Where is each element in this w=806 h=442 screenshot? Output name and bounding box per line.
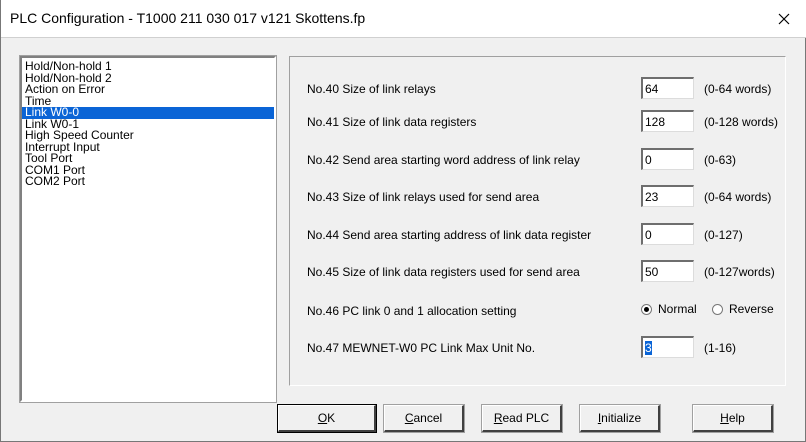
link-settings-panel: No.40 Size of link relays 64 (0-64 words…: [289, 56, 786, 386]
link-relay-size-field[interactable]: 64: [641, 77, 694, 99]
button-label: ancel: [413, 411, 443, 425]
initialize-button[interactable]: Initialize: [579, 404, 661, 433]
setting-row-no46: No.46 PC link 0 and 1 allocation setting…: [290, 299, 787, 323]
setting-label: No.42 Send area starting word address of…: [307, 153, 580, 167]
setting-label: No.44 Send area starting address of link…: [307, 228, 592, 242]
link-data-register-size-field[interactable]: 128: [641, 110, 694, 132]
allocation-label: No.46 PC link 0 and 1 allocation setting: [307, 304, 517, 318]
send-area-register-size-field[interactable]: 50: [641, 260, 694, 282]
setting-range: (0-63): [704, 153, 737, 167]
close-icon: [778, 13, 790, 24]
setting-label: No.40 Size of link relays: [307, 82, 436, 96]
setting-row-no44: No.44 Send area starting address of link…: [290, 223, 787, 247]
radio-label: Normal: [658, 302, 697, 316]
button-label: nitialize: [601, 411, 642, 425]
setting-label: No.47 MEWNET-W0 PC Link Max Unit No.: [307, 341, 536, 355]
allocation-normal-radio[interactable]: Normal: [641, 302, 697, 316]
radio-checked-icon: [641, 303, 652, 315]
send-area-relay-start-field[interactable]: 0: [641, 148, 694, 170]
mnemonic: C: [404, 411, 414, 425]
plc-configuration-dialog: PLC Configuration - T1000 211 030 017 v1…: [0, 0, 806, 442]
category-list[interactable]: Hold/Non-hold 1 Hold/Non-hold 2 Action o…: [19, 55, 277, 403]
selected-value: 3: [645, 341, 652, 355]
mnemonic: R: [493, 411, 503, 425]
setting-row-no40: No.40 Size of link relays 64 (0-64 words…: [290, 77, 787, 101]
cancel-button[interactable]: Cancel: [383, 404, 465, 433]
send-area-register-start-field[interactable]: 0: [641, 223, 694, 245]
setting-range: (1-16): [704, 341, 737, 355]
setting-range: (0-64 words): [704, 190, 772, 204]
setting-range: (0-64 words): [704, 82, 772, 96]
send-area-relay-size-field[interactable]: 23: [641, 185, 694, 207]
max-unit-field[interactable]: 3: [641, 336, 694, 358]
setting-row-no43: No.43 Size of link relays used for send …: [290, 185, 787, 209]
setting-range: (0-128 words): [704, 115, 779, 129]
setting-row-no47: No.47 MEWNET-W0 PC Link Max Unit No. 3 (…: [290, 336, 787, 360]
setting-label: No.43 Size of link relays used for send …: [307, 190, 540, 204]
radio-label: Reverse: [729, 302, 774, 316]
close-button[interactable]: [761, 0, 806, 37]
window-title: PLC Configuration - T1000 211 030 017 v1…: [10, 10, 366, 26]
setting-label: No.41 Size of link data registers: [307, 115, 477, 129]
help-button[interactable]: Help: [692, 404, 774, 433]
mnemonic: O: [317, 411, 328, 425]
button-label: K: [327, 411, 336, 425]
title-bar: PLC Configuration - T1000 211 030 017 v1…: [1, 0, 806, 38]
list-item-com2-port[interactable]: COM2 Port: [22, 175, 274, 188]
setting-row-no45: No.45 Size of link data registers used f…: [290, 260, 787, 284]
button-label: elp: [728, 411, 745, 425]
setting-range: (0-127words): [704, 265, 775, 279]
button-label: ead PLC: [502, 411, 550, 425]
setting-row-no42: No.42 Send area starting word address of…: [290, 148, 787, 172]
radio-unchecked-icon: [712, 303, 723, 315]
ok-button[interactable]: OK: [277, 404, 377, 433]
setting-range: (0-127): [704, 228, 743, 242]
list-item-action-on-error[interactable]: Action on Error: [22, 83, 274, 96]
allocation-reverse-radio[interactable]: Reverse: [712, 302, 774, 316]
setting-label: No.45 Size of link data registers used f…: [307, 265, 580, 279]
read-plc-button[interactable]: Read PLC: [481, 404, 563, 433]
setting-row-no41: No.41 Size of link data registers 128 (0…: [290, 110, 787, 134]
mnemonic: H: [720, 411, 729, 425]
